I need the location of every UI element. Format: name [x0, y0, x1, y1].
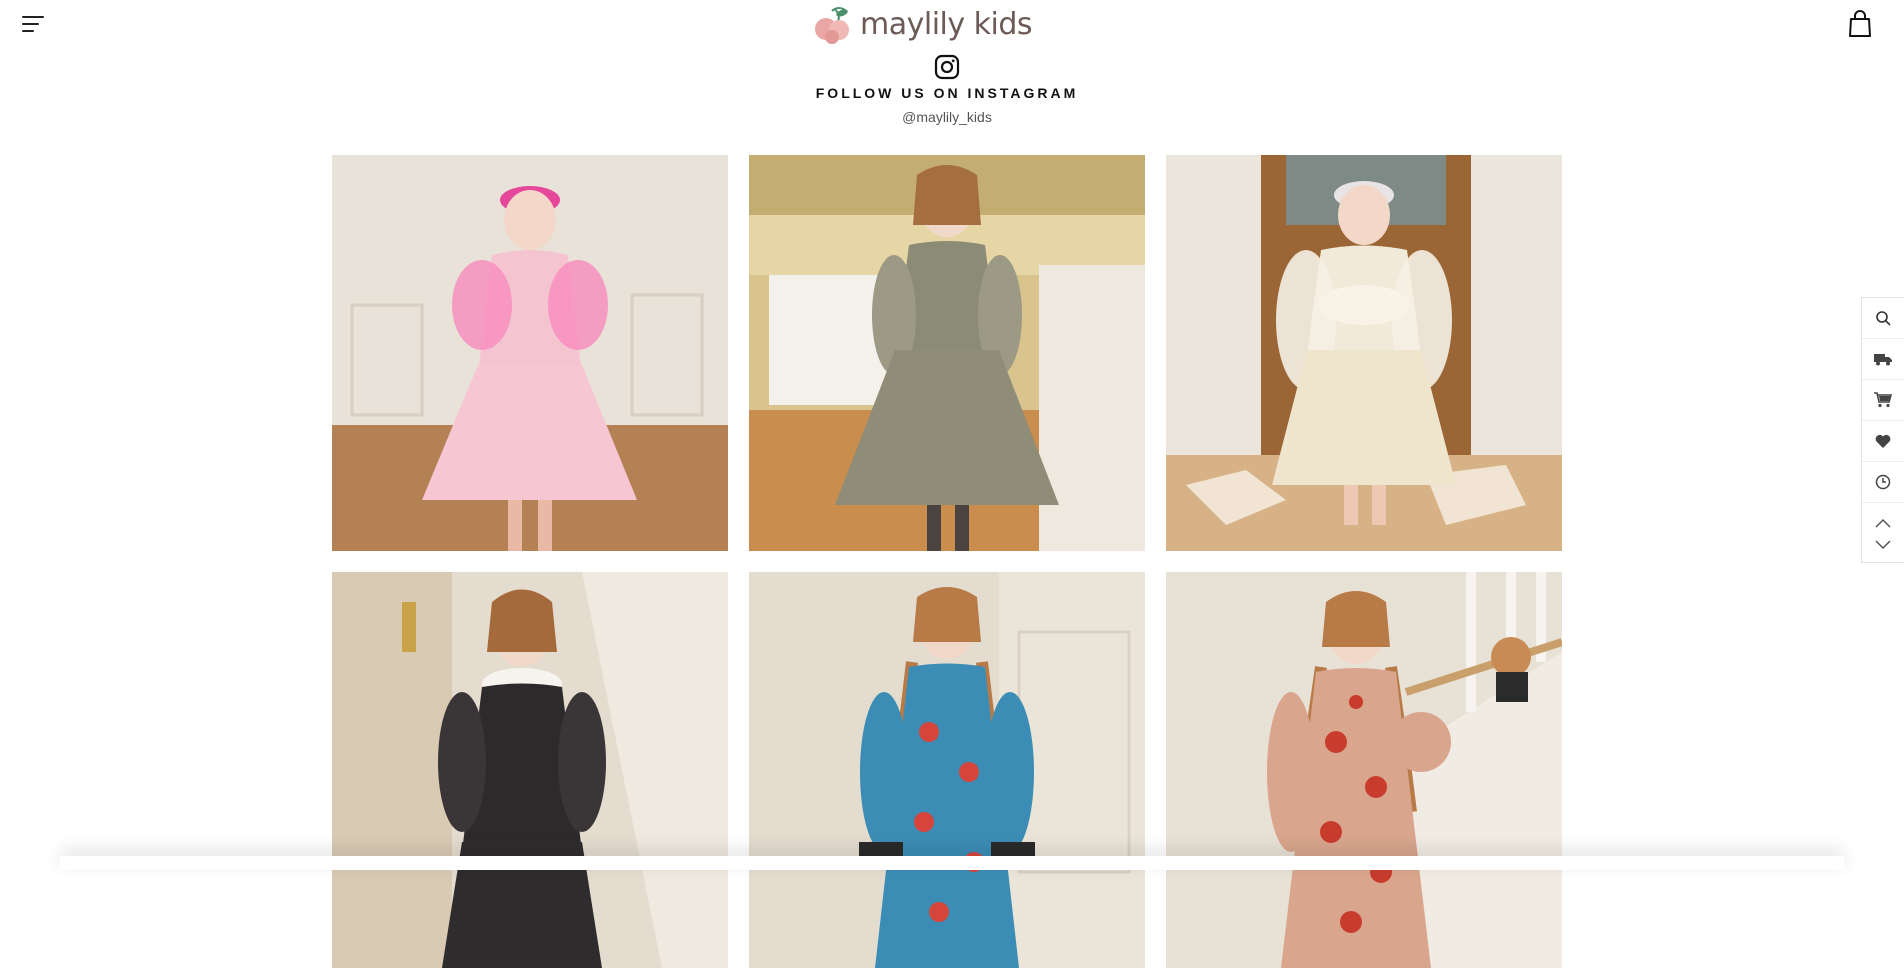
- bottom-panel-edge: [60, 856, 1844, 870]
- recent-clock-icon[interactable]: [1862, 462, 1904, 503]
- cream-lace-bow-dress-photo[interactable]: [1166, 155, 1562, 551]
- instagram-icon[interactable]: [934, 54, 960, 80]
- instagram-title: FOLLOW US ON INSTAGRAM: [815, 85, 1079, 101]
- red-strawberry-dress-photo[interactable]: [1166, 572, 1562, 968]
- scroll-arrows: [1862, 503, 1904, 565]
- chevron-up-icon[interactable]: [1873, 516, 1893, 530]
- cart-icon[interactable]: [1862, 380, 1904, 421]
- instagram-handle-link[interactable]: @maylily_kids: [0, 109, 1894, 125]
- search-icon[interactable]: [1862, 298, 1904, 339]
- brand-name: maylily kids: [860, 7, 1033, 42]
- brand-logo[interactable]: maylily kids: [812, 4, 1038, 46]
- pink-tulle-dress-photo[interactable]: [332, 155, 728, 551]
- floral-jacquard-dress-photo[interactable]: [749, 155, 1145, 551]
- delivery-truck-icon[interactable]: [1862, 339, 1904, 380]
- black-tweed-collar-dress-photo[interactable]: [332, 572, 728, 968]
- site-header: maylily kids: [0, 0, 1904, 50]
- quick-menu: [1861, 297, 1904, 563]
- cherry-logo-icon: [815, 7, 849, 44]
- chevron-down-icon[interactable]: [1873, 538, 1893, 552]
- hamburger-menu-icon[interactable]: [22, 14, 46, 34]
- blue-strawberry-dress-photo[interactable]: [749, 572, 1145, 968]
- shopping-bag-icon[interactable]: [1848, 10, 1872, 38]
- heart-icon[interactable]: [1862, 421, 1904, 462]
